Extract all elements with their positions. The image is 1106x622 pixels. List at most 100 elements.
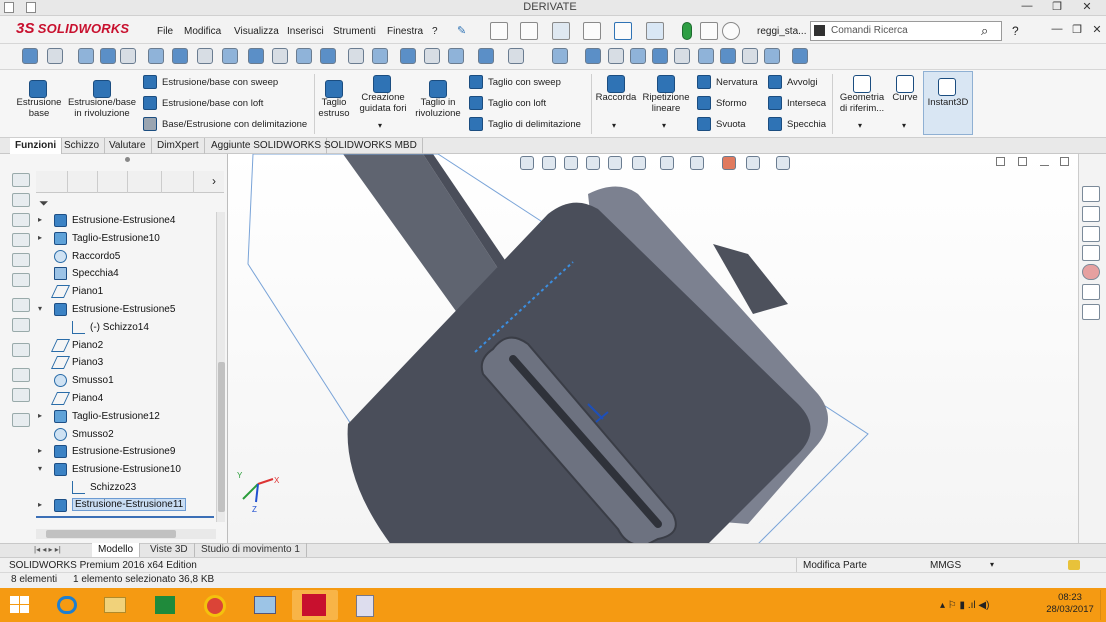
revolved-cut-label[interactable]: Taglio in rivoluzione (412, 97, 464, 119)
menu-finestra[interactable]: Finestra (387, 26, 423, 37)
display-manager-tab-icon[interactable] (164, 171, 194, 193)
tree-node[interactable]: Piano3 (36, 354, 216, 372)
section-view-icon[interactable] (248, 48, 264, 64)
expand-arrow-icon[interactable]: ▸ (38, 215, 48, 224)
dynamic-annotation-icon[interactable] (608, 156, 622, 170)
select-icon[interactable] (646, 22, 664, 40)
configuration-manager-tab-icon[interactable] (98, 171, 128, 193)
extruded-cut-icon[interactable] (325, 80, 343, 98)
display-style-icon[interactable] (296, 48, 312, 64)
extrude-boss-icon[interactable] (29, 80, 47, 98)
tab-viste-3d[interactable]: Viste 3D (144, 543, 195, 557)
zoom-to-fit-icon[interactable] (520, 156, 534, 170)
tab-valutare[interactable]: Valutare (104, 138, 152, 154)
side-tool-icon-5[interactable] (12, 253, 30, 267)
tab-mbd[interactable]: SOLIDWORKS MBD (319, 138, 423, 154)
calculator-icon[interactable] (342, 590, 388, 620)
rollback-bar[interactable] (36, 515, 214, 518)
reference-geometry-icon[interactable] (853, 75, 871, 93)
view-settings-icon[interactable] (400, 48, 416, 64)
solidworks-taskbar-icon[interactable] (292, 590, 338, 620)
side-tool-icon-10[interactable] (12, 368, 30, 382)
tree-horizontal-scrollbar[interactable] (36, 529, 216, 539)
tree-node[interactable]: Schizzo23 (36, 479, 216, 497)
expand-arrow-icon[interactable]: ▸ (38, 500, 48, 509)
side-tool-icon-3[interactable] (12, 213, 30, 227)
hole-wizard-dropdown-icon[interactable]: ▾ (378, 121, 382, 130)
apply-scene-icon[interactable] (746, 156, 760, 170)
side-tool-icon-2[interactable] (12, 193, 30, 207)
tab-aggiunte[interactable]: Aggiunte SOLIDWORKS (206, 138, 328, 154)
previous-view-icon[interactable] (222, 48, 238, 64)
sweep-boss-icon[interactable] (143, 75, 157, 89)
draft-icon[interactable] (697, 96, 711, 110)
internet-explorer-icon[interactable] (44, 590, 90, 620)
loft-boss-label[interactable]: Estrusione/base con loft (162, 98, 263, 109)
view-7-icon[interactable] (674, 48, 690, 64)
menu-strumenti[interactable]: Strumenti (333, 26, 376, 37)
menu-help[interactable]: ? (432, 26, 438, 37)
options-gear-icon[interactable] (722, 22, 740, 40)
dropdown-icon[interactable] (100, 48, 116, 64)
edit-appearance-icon[interactable] (722, 156, 736, 170)
tree-node[interactable]: Piano4 (36, 390, 216, 408)
restore-button[interactable]: ❐ (1042, 0, 1072, 16)
wrap-icon[interactable] (768, 75, 782, 89)
tree-node[interactable]: ▸ Estrusione-Estrusione9 (36, 443, 216, 461)
side-tool-icon-11[interactable] (12, 388, 30, 402)
view-orientation-icon[interactable] (632, 156, 646, 170)
refgeom-dropdown-icon[interactable]: ▾ (858, 121, 862, 130)
list-icon[interactable] (148, 48, 164, 64)
feature-manager-tab-icon[interactable] (38, 171, 68, 193)
design-library-icon[interactable] (1082, 206, 1100, 222)
appearance-icon[interactable] (120, 48, 136, 64)
view-5-icon[interactable] (630, 48, 646, 64)
expand-arrow-icon[interactable]: ▸ (38, 446, 48, 455)
tree-node[interactable]: ▾ Estrusione-Estrusione5 (36, 301, 216, 319)
zoom-fit-icon[interactable] (172, 48, 188, 64)
collapse-arrow-icon[interactable]: ▾ (38, 304, 48, 313)
view-10-icon[interactable] (742, 48, 758, 64)
close-window-button[interactable]: ✕ (1072, 0, 1102, 16)
tree-node[interactable]: Piano1 (36, 283, 216, 301)
view-palette-icon[interactable] (1082, 245, 1100, 261)
revolved-cut-icon[interactable] (429, 80, 447, 98)
tree-node[interactable]: Specchia4 (36, 265, 216, 283)
pattern-dropdown-icon[interactable]: ▾ (662, 121, 666, 130)
hide-show-icon[interactable] (320, 48, 336, 64)
new-icon[interactable] (22, 48, 38, 64)
view-1-icon[interactable] (508, 48, 524, 64)
side-tool-icon-8[interactable] (12, 318, 30, 332)
rib-label[interactable]: Nervatura (716, 77, 758, 88)
open-file-icon[interactable] (520, 22, 538, 40)
view-3-icon[interactable] (585, 48, 601, 64)
side-tool-icon-4[interactable] (12, 233, 30, 247)
tray-icons[interactable]: ▴ ⚐ ▮ .ıl ◀) (940, 600, 989, 611)
view-setting-icon[interactable] (776, 156, 790, 170)
units-text[interactable]: MMGS (930, 560, 961, 571)
instant3d-tool-icon[interactable] (424, 48, 440, 64)
side-tool-icon-9[interactable] (12, 343, 30, 357)
previous-view-icon[interactable] (564, 156, 578, 170)
view-9-icon[interactable] (720, 48, 736, 64)
tree-node[interactable]: ▸ Estrusione-Estrusione4 (36, 212, 216, 230)
view-11-icon[interactable] (764, 48, 780, 64)
taskbar-clock[interactable]: 08:23 28/03/2017 (1040, 592, 1100, 616)
tree-node[interactable]: Smusso1 (36, 372, 216, 390)
viewport-minimize-icon[interactable] (1040, 157, 1049, 166)
tab-funzioni[interactable]: Funzioni (10, 138, 63, 154)
new-file-icon[interactable] (490, 22, 508, 40)
boundary-cut-icon[interactable] (469, 117, 483, 131)
search-icon[interactable]: ⌕ (981, 23, 988, 39)
viewport-tile-icon[interactable] (996, 157, 1005, 166)
tree-node[interactable]: Raccordo5 (36, 248, 216, 266)
side-tool-icon-1[interactable] (12, 173, 30, 187)
view-2-icon[interactable] (552, 48, 568, 64)
collapse-arrow-icon[interactable]: ▾ (38, 464, 48, 473)
tree-hscroll-thumb[interactable] (46, 530, 176, 538)
windows-start-icon[interactable] (10, 596, 30, 614)
dimxpert-manager-tab-icon[interactable] (132, 171, 162, 193)
select-arrow-icon[interactable] (78, 48, 94, 64)
edit-appearance-icon[interactable] (348, 48, 364, 64)
tab-scroll-arrows[interactable]: |◂ ◂ ▸ ▸| (34, 545, 61, 554)
